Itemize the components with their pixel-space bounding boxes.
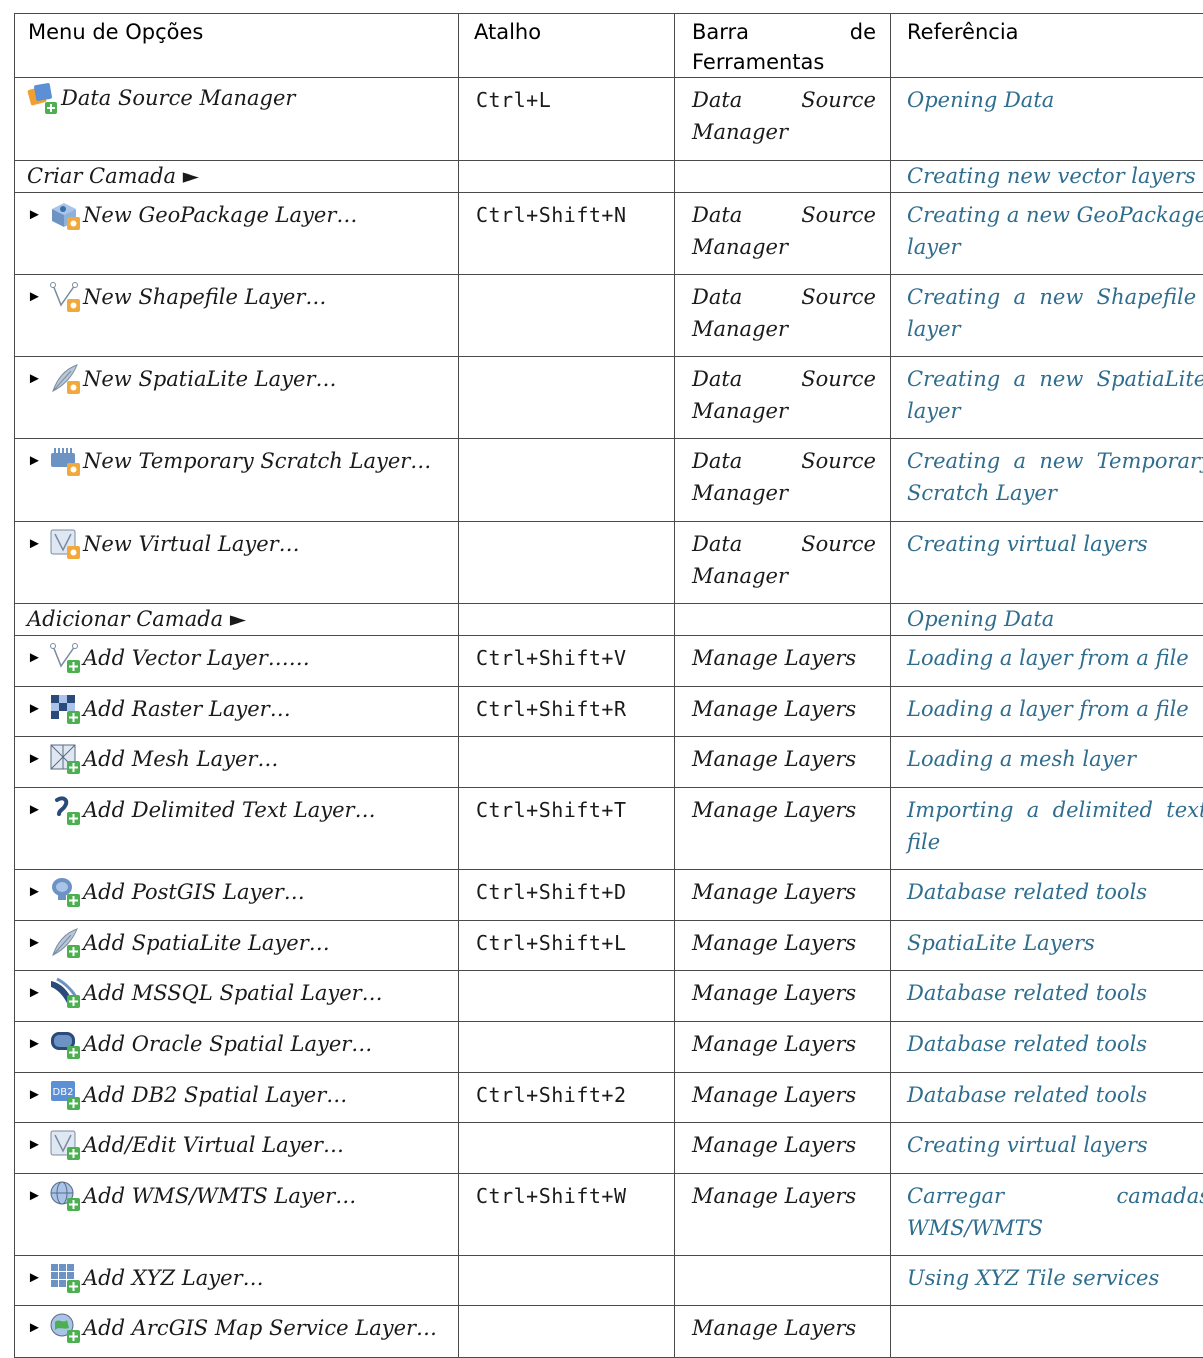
menu-item-add-wms[interactable]: Add WMS/WMTS Layer… — [83, 1180, 356, 1212]
reference-link[interactable]: Database related tools — [907, 1032, 1147, 1056]
add-db2-icon: DB2 — [51, 1081, 80, 1110]
menu-item-new-temporary-scratch[interactable]: New Temporary Scratch Layer… — [83, 445, 431, 477]
table-row: ► Add/Edit Virtual Layer… Manage Layers … — [14, 1122, 1203, 1174]
add-oracle-icon — [51, 1032, 80, 1059]
shortcut-text: Ctrl+Shift+W — [476, 1184, 627, 1208]
shortcut-text: Ctrl+Shift+L — [476, 931, 627, 955]
reference-link[interactable]: Creating virtual layers — [907, 1133, 1148, 1157]
table-row: ► New SpatiaLite Layer… Data Source Manage… — [14, 356, 1203, 439]
reference-link[interactable]: Loading a mesh layer — [907, 747, 1136, 771]
reference-link[interactable]: Carregar camadas WMS/WMTS — [907, 1180, 1203, 1244]
table-row: ► New GeoPackage Layer… Ctrl+Shift+N Dat… — [14, 192, 1203, 275]
menu-item-add-raster[interactable]: Add Raster Layer… — [83, 693, 291, 725]
table-row: ► Add XYZ Layer… Using XYZ Tile services — [14, 1255, 1203, 1306]
reference-link[interactable]: Database related tools — [907, 880, 1147, 904]
header-row: Menu de Opções Atalho Barra de Ferramenta… — [14, 13, 1203, 78]
table-row: Criar Camada ► Creating new vector layer… — [14, 160, 1203, 193]
reference-link[interactable]: Database related tools — [907, 1083, 1147, 1107]
reference-link[interactable]: Creating new vector layers — [907, 164, 1196, 188]
menu-options-table: Menu de Opções Atalho Barra de Ferramenta… — [14, 13, 1203, 1358]
reference-link[interactable]: Creating a new GeoPackage layer — [907, 199, 1203, 263]
table-row: ► Add ArcGIS Map Service Layer… Manage L… — [14, 1305, 1203, 1358]
shortcut-text: Ctrl+Shift+T — [476, 798, 627, 822]
reference-link[interactable]: Using XYZ Tile services — [907, 1266, 1159, 1290]
shortcut-text: Ctrl+Shift+N — [476, 203, 627, 227]
add-mssql-icon — [51, 977, 80, 1008]
menu-item-add-db2[interactable]: Add DB2 Spatial Layer… — [83, 1079, 347, 1111]
menu-item-add-spatialite[interactable]: Add SpatiaLite Layer… — [83, 927, 330, 959]
add-wms-globe-icon — [50, 1181, 80, 1211]
shapefile-icon — [50, 282, 80, 312]
menu-item-new-geopackage[interactable]: New GeoPackage Layer… — [83, 199, 357, 231]
menu-item-add-arcgis-map-service[interactable]: Add ArcGIS Map Service Layer… — [83, 1312, 437, 1344]
header-shortcut: Atalho — [458, 13, 675, 78]
svg-text:DB2: DB2 — [53, 1087, 74, 1098]
reference-link[interactable]: Opening Data — [907, 607, 1054, 631]
add-delimited-text-icon — [55, 796, 80, 825]
shortcut-text: Ctrl+Shift+2 — [476, 1083, 627, 1107]
table-row: ► Add SpatiaLite Layer… Ctrl+Shift+L Man… — [14, 920, 1203, 971]
add-spatialite-feather-icon — [52, 928, 80, 958]
header-menu: Menu de Opções — [14, 13, 459, 78]
reference-link[interactable]: SpatiaLite Layers — [907, 931, 1095, 955]
menu-item-add-mesh[interactable]: Add Mesh Layer… — [83, 743, 278, 775]
menu-item-add-edit-virtual[interactable]: Add/Edit Virtual Layer… — [83, 1129, 344, 1161]
temporary-scratch-icon — [51, 448, 80, 476]
add-edit-virtual-icon — [50, 1130, 80, 1160]
table-row: ► Add Vector Layer…… Ctrl+Shift+V Manage… — [14, 635, 1203, 687]
table-row: ► New Temporary Scratch Layer… Data Sourc… — [14, 438, 1203, 522]
menu-item-new-shapefile[interactable]: New Shapefile Layer… — [83, 281, 326, 313]
menu-item-add-delimited-text[interactable]: Add Delimited Text Layer… — [83, 794, 376, 826]
reference-link[interactable]: Creating a new Temporary Scratch Layer — [907, 445, 1203, 509]
menu-item-data-source-manager[interactable]: Data Source Manager — [61, 82, 295, 114]
table-row: ► Add Raster Layer… Ctrl+Shift+R Manage … — [14, 686, 1203, 737]
reference-link[interactable]: Loading a layer from a file — [907, 697, 1189, 721]
add-raster-icon — [51, 695, 80, 724]
header-reference: Referência — [890, 13, 1203, 78]
table-row: ► DB2 Add DB2 Spatial Layer… Ctrl+Shift+… — [14, 1072, 1203, 1123]
table-row: ► Add PostGIS Layer… Ctrl+Shift+D Manage… — [14, 869, 1203, 921]
reference-link[interactable]: Creating a new Shapefile layer — [907, 281, 1203, 345]
table-row: ► New Virtual Layer… Data Source Manager C… — [14, 521, 1203, 604]
menu-item-add-oracle[interactable]: Add Oracle Spatial Layer… — [83, 1028, 372, 1060]
reference-link[interactable]: Opening Data — [907, 88, 1054, 112]
reference-link[interactable]: Database related tools — [907, 981, 1147, 1005]
menu-item-add-vector[interactable]: Add Vector Layer…… — [83, 642, 310, 674]
reference-link[interactable]: Importing a delimited text file — [907, 794, 1203, 858]
geopackage-icon — [52, 203, 80, 230]
virtual-layer-icon — [50, 529, 80, 559]
table-row: ► Add WMS/WMTS Layer… Ctrl+Shift+W Manag… — [14, 1173, 1203, 1256]
add-postgis-icon — [52, 878, 80, 907]
add-xyz-tiles-icon — [51, 1264, 80, 1293]
shortcut-text: Ctrl+Shift+R — [476, 697, 627, 721]
reference-link[interactable]: Loading a layer from a file — [907, 646, 1189, 670]
table-row: ► Add Mesh Layer… Manage Layers Loading … — [14, 736, 1203, 788]
shortcut-text: Ctrl+Shift+V — [476, 646, 627, 670]
menu-item-add-postgis[interactable]: Add PostGIS Layer… — [83, 876, 305, 908]
reference-link[interactable]: Creating virtual layers — [907, 532, 1148, 556]
add-arcgis-map-service-icon — [50, 1313, 80, 1343]
table-row: ► Add Delimited Text Layer… Ctrl+Shift+T… — [14, 787, 1203, 870]
reference-link[interactable]: Creating a new SpatiaLite layer — [907, 363, 1203, 427]
table-row: ► Add MSSQL Spatial Layer… Manage Layers… — [14, 970, 1203, 1022]
add-vector-icon — [50, 643, 80, 673]
menu-item-new-virtual[interactable]: New Virtual Layer… — [83, 528, 300, 560]
menu-item-add-xyz[interactable]: Add XYZ Layer… — [83, 1262, 264, 1294]
add-mesh-icon — [50, 744, 80, 774]
menu-item-add-mssql[interactable]: Add MSSQL Spatial Layer… — [83, 977, 383, 1009]
data-source-manager-icon — [27, 83, 57, 114]
menu-item-criar-camada[interactable]: Criar Camada ► — [27, 161, 199, 191]
shortcut-text: Ctrl+Shift+D — [476, 880, 627, 904]
spatialite-feather-icon — [52, 364, 80, 394]
table-row: Data Source Manager Ctrl+L Data Source Man… — [14, 77, 1203, 161]
menu-item-new-spatialite[interactable]: New SpatiaLite Layer… — [83, 363, 336, 395]
shortcut-text: Ctrl+L — [476, 88, 552, 112]
table-row: Adicionar Camada ► Opening Data — [14, 603, 1203, 636]
table-row: ► New Shapefile Layer… Data Source Manager… — [14, 274, 1203, 357]
header-toolbar: Barra de Ferramentas — [674, 13, 891, 78]
table-row: ► Add Oracle Spatial Layer… Manage Layer… — [14, 1021, 1203, 1073]
menu-item-adicionar-camada[interactable]: Adicionar Camada ► — [27, 604, 246, 634]
